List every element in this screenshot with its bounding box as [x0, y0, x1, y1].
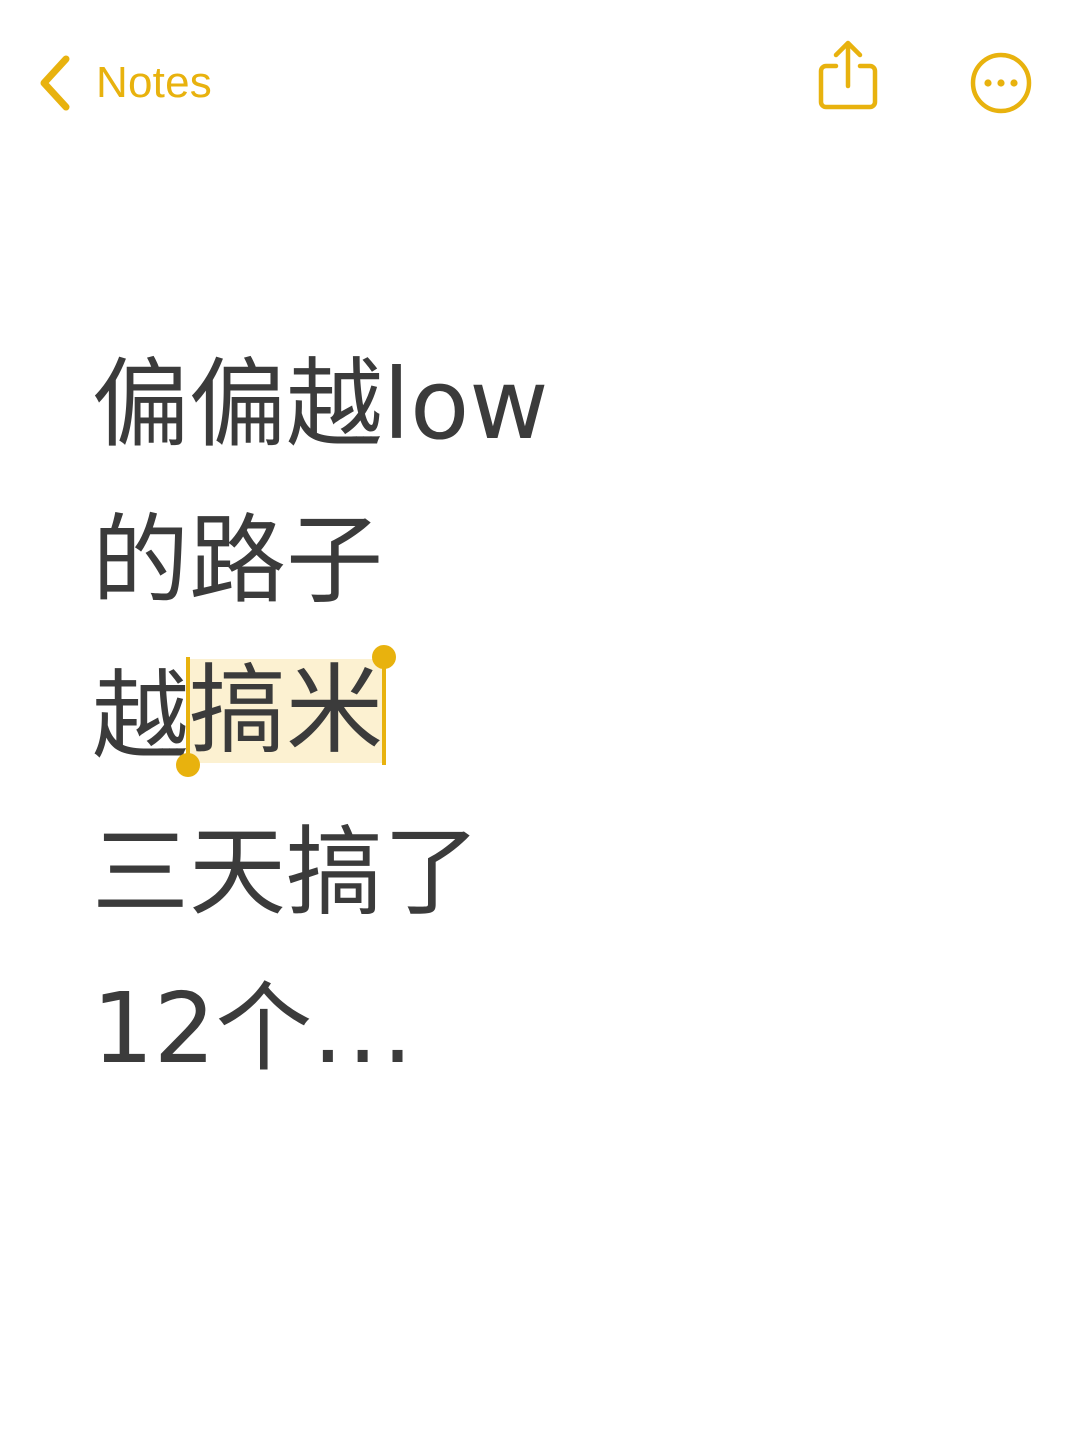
selection-start-bar	[186, 657, 190, 765]
note-line-1[interactable]: 偏偏越low	[92, 340, 549, 470]
note-line-5[interactable]: 12个...	[92, 964, 417, 1094]
navigation-bar: Notes	[0, 0, 1080, 170]
note-line-5-ellipsis[interactable]: ...	[312, 972, 417, 1085]
share-icon	[818, 40, 878, 110]
note-line-4[interactable]: 三天搞了	[92, 808, 480, 938]
note-line-3-prefix[interactable]: 越	[92, 660, 189, 773]
note-line-5-text[interactable]: 12个	[92, 972, 312, 1085]
selection-end-bar	[382, 657, 386, 765]
selection-end-handle[interactable]	[372, 645, 396, 669]
note-line-3[interactable]: 越搞米	[92, 645, 396, 782]
selection-start-handle[interactable]	[176, 753, 200, 777]
ellipsis-circle-icon	[970, 52, 1032, 114]
back-button[interactable]: Notes	[36, 50, 212, 116]
note-line-2[interactable]: 的路子	[92, 496, 383, 626]
more-button[interactable]	[968, 50, 1034, 116]
text-selection[interactable]: 搞米	[176, 645, 396, 777]
chevron-left-icon	[40, 55, 70, 111]
selected-text[interactable]: 搞米	[189, 654, 383, 767]
back-label: Notes	[96, 58, 212, 107]
share-button[interactable]	[812, 38, 884, 114]
